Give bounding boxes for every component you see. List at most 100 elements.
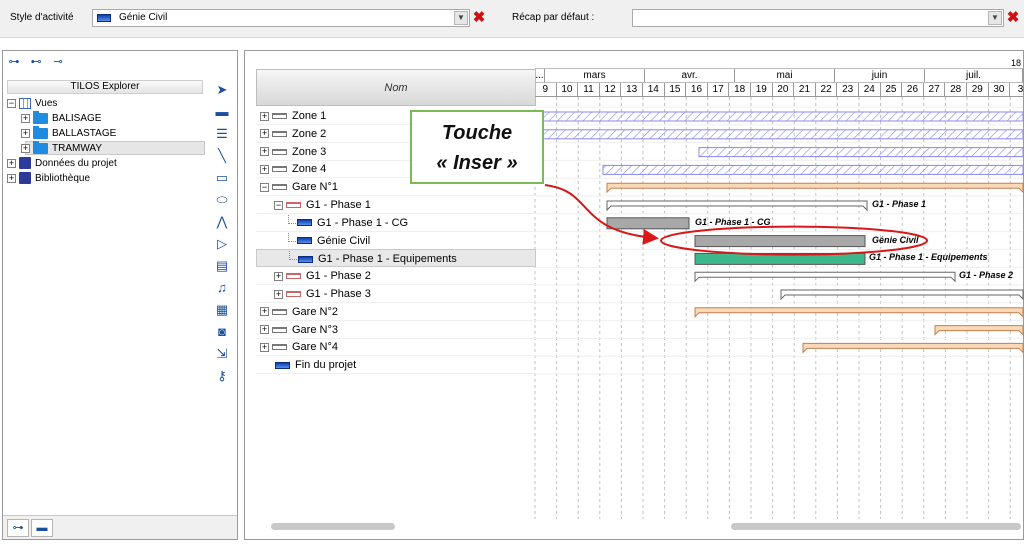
tab-activity-view-icon[interactable]: ▬: [31, 519, 53, 537]
clear-recap-close-icon[interactable]: ✖: [1006, 10, 1020, 26]
insert-key-callout: Touche « Inser »: [410, 110, 544, 184]
table-row-g1-phase-1-equipements[interactable]: G1 - Phase 1 - Equipements: [256, 249, 536, 268]
key-icon[interactable]: ⚷: [213, 367, 231, 385]
tree-level-icon[interactable]: ⊸: [51, 55, 65, 69]
row-label: G1 - Phase 1 - Equipements: [318, 253, 457, 266]
row-label: Zone 2: [292, 127, 327, 140]
table-row-gare-3[interactable]: + Gare N°3: [256, 321, 536, 339]
row-label: Zone 1: [292, 110, 327, 122]
timeline-horizontal-scrollbar[interactable]: [731, 523, 1021, 530]
summary-bar-icon: [286, 273, 301, 280]
tree-item-bibliotheque[interactable]: + Bibliothèque: [7, 172, 90, 186]
expand-tree-icon[interactable]: ⊶: [7, 55, 21, 69]
timeline-month-cell: juil.: [925, 69, 1023, 82]
chevron-down-icon[interactable]: ▼: [988, 11, 1002, 25]
expand-icon[interactable]: +: [274, 271, 283, 281]
clear-style-close-icon[interactable]: ✖: [472, 10, 486, 26]
rectangle-tool-icon[interactable]: ▭: [213, 169, 231, 187]
import-arrow-icon[interactable]: ⇲: [213, 345, 231, 363]
document-icon[interactable]: ▤: [213, 257, 231, 275]
expand-icon[interactable]: +: [260, 111, 269, 121]
timeline-week-cell: 11: [578, 83, 600, 96]
collapse-icon[interactable]: −: [7, 98, 16, 108]
tree-item-label: Données du projet: [35, 158, 117, 169]
tree-connector-icon: [289, 251, 297, 261]
expand-icon[interactable]: +: [21, 113, 30, 123]
row-label: Gare N°2: [292, 305, 338, 318]
tree-connector-icon: [288, 214, 296, 224]
tree-item-label: BALISAGE: [52, 113, 102, 124]
callout-line-1: Touche: [441, 122, 513, 144]
gantt-panel: Nom 18 ... mars avr. mai juin juil. 9 10 11 12 13…: [244, 50, 1024, 540]
pointer-arrow-icon[interactable]: ➤: [213, 81, 231, 99]
tree-item-balisage[interactable]: + BALISAGE: [21, 110, 102, 126]
table-row-gare-2[interactable]: + Gare N°2: [256, 303, 536, 321]
collapse-icon[interactable]: −: [274, 200, 283, 210]
bar-label-equipements: G1 - Phase 1 - Equipements: [869, 252, 988, 263]
tab-tree-view-icon[interactable]: ⊶: [7, 519, 29, 537]
style-label: Style d'activité: [10, 12, 74, 23]
timeline-week-cell: 27: [924, 83, 946, 96]
activity-bar-icon: [275, 361, 290, 369]
summary-bar-icon: [272, 344, 287, 351]
expand-icon[interactable]: +: [260, 164, 269, 174]
timeline-week-cell: 22: [816, 83, 838, 96]
timeline-month-cell: mai: [735, 69, 835, 82]
views-grid-icon: [19, 97, 31, 109]
line-tool-icon[interactable]: ╲: [213, 147, 231, 165]
expand-icon[interactable]: +: [7, 173, 16, 183]
photo-icon[interactable]: ◙: [213, 323, 231, 341]
timeline-month-cell: ...: [535, 69, 545, 82]
names-horizontal-scrollbar[interactable]: [271, 523, 395, 530]
triangle-marker-icon[interactable]: ▷: [213, 235, 231, 253]
collapse-tree-icon[interactable]: ⊷: [29, 55, 43, 69]
expand-icon[interactable]: +: [21, 128, 30, 138]
polyline-tool-icon[interactable]: ⋀: [213, 213, 231, 231]
column-header-nom[interactable]: Nom: [256, 69, 536, 106]
expand-icon[interactable]: +: [274, 289, 283, 299]
row-label: Gare N°4: [292, 341, 338, 354]
callout-line-2: « Inser »: [436, 152, 518, 174]
timeline-week-cell: 18: [729, 83, 751, 96]
activity-bar-icon: [298, 255, 313, 263]
timeline-month-cell: juin: [835, 69, 925, 82]
music-note-icon[interactable]: ♫: [213, 279, 231, 297]
tree-item-donnees-projet[interactable]: + Données du projet: [7, 157, 117, 171]
tree-item-tramway[interactable]: + TRAMWAY: [21, 140, 102, 156]
collapse-icon[interactable]: −: [260, 182, 269, 192]
activity-bar-icon: [297, 237, 312, 245]
pattern-grid-icon[interactable]: ▦: [213, 301, 231, 319]
expand-icon[interactable]: +: [260, 147, 269, 157]
style-combo[interactable]: Génie Civil ▼: [92, 9, 470, 27]
recap-combo[interactable]: ▼: [632, 9, 1004, 27]
timeline-weeks-row: 9 10 11 12 13 14 15 16 17 18 19 20 21 22 23 24 25 26 27 28 2…: [535, 83, 1023, 97]
timeline-week-cell: 14: [643, 83, 665, 96]
table-row-g1-phase-1[interactable]: − G1 - Phase 1: [256, 196, 536, 214]
style-toolbar: Style d'activité Génie Civil ▼ ✖ Récap p…: [0, 0, 1024, 38]
expand-icon[interactable]: +: [260, 325, 269, 335]
tilos-explorer-panel: ⊶ ⊷ ⊸ TILOS Explorer − Vues + BALISAGE + BA…: [2, 50, 238, 540]
table-row-gare-4[interactable]: + Gare N°4: [256, 338, 536, 357]
row-label: G1 - Phase 1 - CG: [317, 216, 409, 229]
expand-icon[interactable]: +: [260, 307, 269, 317]
expand-icon[interactable]: +: [21, 143, 30, 153]
expand-icon[interactable]: +: [7, 158, 16, 168]
ellipse-tool-icon[interactable]: ⬭: [213, 191, 231, 209]
list-lines-icon[interactable]: ☰: [213, 125, 231, 143]
timeline-week-cell: 15: [665, 83, 687, 96]
table-row-genie-civil[interactable]: Génie Civil: [256, 232, 536, 250]
tree-item-vues[interactable]: − Vues: [7, 97, 57, 111]
chevron-down-icon[interactable]: ▼: [454, 11, 468, 25]
table-row-g1-phase-1-cg[interactable]: G1 - Phase 1 - CG: [256, 214, 536, 232]
zone-hatched-bar: [602, 164, 1024, 175]
expand-icon[interactable]: +: [260, 342, 269, 352]
row-label: Gare N°3: [292, 323, 338, 336]
summary-bar-icon: [272, 308, 287, 315]
table-row-g1-phase-3[interactable]: + G1 - Phase 3: [256, 285, 536, 303]
activity-bar-icon[interactable]: ▬: [213, 103, 231, 121]
tree-item-ballastage[interactable]: + BALLASTAGE: [21, 125, 116, 141]
expand-icon[interactable]: +: [260, 129, 269, 139]
table-row-fin-du-projet[interactable]: Fin du projet: [256, 356, 536, 375]
summary-bar-icon: [272, 148, 287, 155]
table-row-g1-phase-2[interactable]: + G1 - Phase 2: [256, 267, 536, 286]
